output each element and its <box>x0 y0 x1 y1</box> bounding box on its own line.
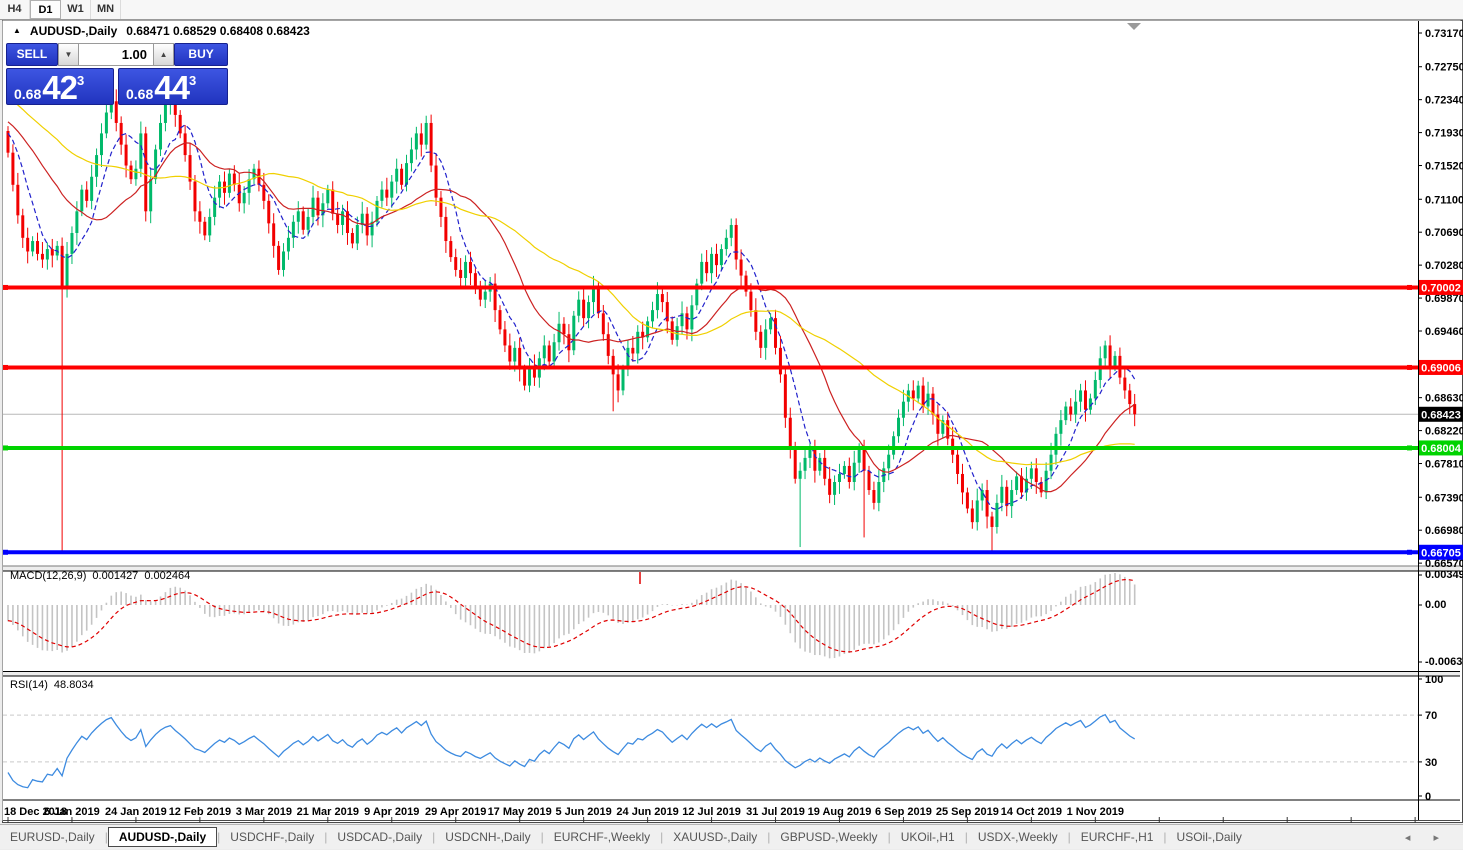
svg-text:1 Nov 2019: 1 Nov 2019 <box>1067 806 1124 818</box>
svg-text:0.70690: 0.70690 <box>1425 227 1463 239</box>
sell-price-big-digits: 42 <box>42 74 77 101</box>
svg-text:0.71100: 0.71100 <box>1425 194 1463 206</box>
svg-text:30: 30 <box>1425 757 1437 769</box>
svg-text:0.68423: 0.68423 <box>1421 409 1461 421</box>
svg-text:0: 0 <box>1425 791 1431 803</box>
macd-name: MACD(12,26,9) <box>10 570 86 582</box>
svg-text:0.00349: 0.00349 <box>1425 569 1463 581</box>
chart-tab-audusddaily[interactable]: AUDUSD-,Daily <box>108 827 217 847</box>
svg-text:-0.00637: -0.00637 <box>1425 656 1463 668</box>
one-click-trading-panel: SELL ▼ ▲ BUY 0.68 42 3 0.68 44 3 <box>6 43 228 105</box>
svg-text:0.00: 0.00 <box>1425 599 1446 611</box>
macd-pane-label: MACD(12,26,9) 0.001427 0.002464 <box>10 570 190 582</box>
svg-text:0.71520: 0.71520 <box>1425 161 1463 173</box>
svg-text:24 Jun 2019: 24 Jun 2019 <box>616 806 678 818</box>
svg-text:0.73170: 0.73170 <box>1425 28 1463 40</box>
chart-tab-usdxweekly[interactable]: USDX-,Weekly <box>968 827 1068 847</box>
svg-text:6 Sep 2019: 6 Sep 2019 <box>875 806 932 818</box>
chart-tab-usdcnhdaily[interactable]: USDCNH-,Daily <box>435 827 540 847</box>
svg-text:0.69460: 0.69460 <box>1425 326 1463 338</box>
svg-text:6 Jan 2019: 6 Jan 2019 <box>44 806 100 818</box>
chart-canvas[interactable]: 0.73170 0.72750 0.72340 0.71930 0.71520 0.711… <box>0 0 1463 850</box>
svg-text:19 Aug 2019: 19 Aug 2019 <box>808 806 872 818</box>
macd-signal-value: 0.002464 <box>144 570 190 582</box>
svg-text:29 Apr 2019: 29 Apr 2019 <box>425 806 486 818</box>
svg-text:25 Sep 2019: 25 Sep 2019 <box>936 806 999 818</box>
svg-text:0.66980: 0.66980 <box>1425 525 1463 537</box>
volume-decrease-icon[interactable]: ▼ <box>58 43 79 66</box>
quote-ohlc-label: 0.68471 0.68529 0.68408 0.68423 <box>126 24 310 38</box>
svg-text:12 Feb 2019: 12 Feb 2019 <box>169 806 231 818</box>
volume-input[interactable] <box>79 43 153 66</box>
timeframe-button-d1[interactable]: D1 <box>30 0 61 19</box>
svg-text:0.68630: 0.68630 <box>1425 393 1463 405</box>
chart-tab-usdcaddaily[interactable]: USDCAD-,Daily <box>327 827 432 847</box>
svg-text:12 Jul 2019: 12 Jul 2019 <box>682 806 741 818</box>
symbol-tab-bar: EURUSD-,Daily|AUDUSD-,Daily|USDCHF-,Dail… <box>0 824 1463 849</box>
svg-text:31 Jul 2019: 31 Jul 2019 <box>746 806 805 818</box>
buy-button[interactable]: BUY <box>174 43 228 66</box>
svg-text:0.72340: 0.72340 <box>1425 95 1463 107</box>
chart-tab-xauusddaily[interactable]: XAUUSD-,Daily <box>663 827 767 847</box>
chart-tab-eurchfweekly[interactable]: EURCHF-,Weekly <box>544 827 660 847</box>
buy-price-prefix: 0.68 <box>126 87 153 101</box>
svg-text:70: 70 <box>1425 710 1437 722</box>
macd-main-value: 0.001427 <box>92 570 138 582</box>
sell-price-pip-digit: 3 <box>77 74 84 87</box>
svg-text:0.70280: 0.70280 <box>1425 260 1463 272</box>
svg-text:21 Mar 2019: 21 Mar 2019 <box>297 806 359 818</box>
rsi-name: RSI(14) <box>10 679 48 691</box>
timeframe-button-mn[interactable]: MN <box>91 0 121 19</box>
sell-price-display[interactable]: 0.68 42 3 <box>6 68 114 105</box>
svg-text:0.69006: 0.69006 <box>1421 362 1461 374</box>
svg-text:14 Oct 2019: 14 Oct 2019 <box>1001 806 1062 818</box>
svg-text:24 Jan 2019: 24 Jan 2019 <box>105 806 167 818</box>
svg-text:9 Apr 2019: 9 Apr 2019 <box>364 806 419 818</box>
tab-scroll-arrows[interactable]: ◂ ▸ <box>1405 831 1449 844</box>
chart-tab-eurusddaily[interactable]: EURUSD-,Daily <box>0 827 105 847</box>
svg-text:0.67810: 0.67810 <box>1425 459 1463 471</box>
chart-tab-usdchfdaily[interactable]: USDCHF-,Daily <box>220 827 324 847</box>
svg-text:0.68004: 0.68004 <box>1421 443 1462 455</box>
buy-price-pip-digit: 3 <box>189 74 196 87</box>
timeframe-button-h4[interactable]: H4 <box>0 0 30 19</box>
sell-button[interactable]: SELL <box>6 43 58 66</box>
buy-price-big-digits: 44 <box>154 74 189 101</box>
svg-text:17 May 2019: 17 May 2019 <box>488 806 552 818</box>
chart-tab-ukoilh1[interactable]: UKOil-,H1 <box>891 827 965 847</box>
chart-tab-usoildaily[interactable]: USOil-,Daily <box>1167 827 1252 847</box>
svg-text:0.71930: 0.71930 <box>1425 128 1463 140</box>
collapse-arrow-icon[interactable]: ▲ <box>13 26 21 35</box>
buy-price-display[interactable]: 0.68 44 3 <box>118 68 228 105</box>
rsi-pane-label: RSI(14) 48.8034 <box>10 679 94 691</box>
chart-tab-gbpusdweekly[interactable]: GBPUSD-,Weekly <box>770 827 887 847</box>
svg-text:0.68220: 0.68220 <box>1425 426 1463 438</box>
svg-text:0.67390: 0.67390 <box>1425 492 1463 504</box>
svg-text:3 Mar 2019: 3 Mar 2019 <box>236 806 292 818</box>
svg-text:0.70002: 0.70002 <box>1421 282 1461 294</box>
chart-title: ▲ AUDUSD-,Daily 0.68471 0.68529 0.68408 … <box>13 24 310 38</box>
timeframe-toolbar: H4D1W1MN <box>0 0 1463 20</box>
chart-tab-eurchfh1[interactable]: EURCHF-,H1 <box>1071 827 1164 847</box>
symbol-period-label: AUDUSD-,Daily <box>30 24 117 38</box>
volume-increase-icon[interactable]: ▲ <box>153 43 174 66</box>
svg-text:5 Jun 2019: 5 Jun 2019 <box>556 806 612 818</box>
timeframe-button-w1[interactable]: W1 <box>61 0 91 19</box>
svg-text:0.66705: 0.66705 <box>1421 547 1461 559</box>
rsi-value: 48.8034 <box>54 679 94 691</box>
sell-price-prefix: 0.68 <box>14 87 41 101</box>
svg-text:0.72750: 0.72750 <box>1425 62 1463 74</box>
svg-text:100: 100 <box>1425 674 1443 686</box>
